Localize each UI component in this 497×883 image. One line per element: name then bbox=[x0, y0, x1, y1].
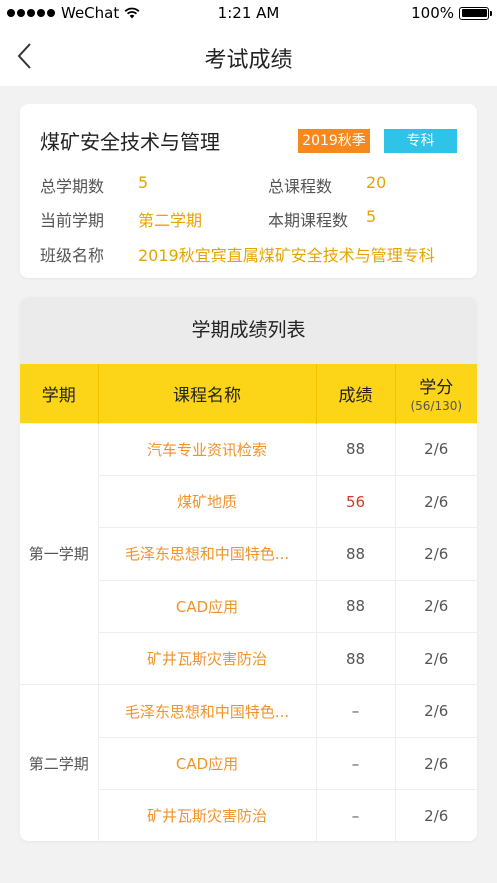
total-terms-label: 总学期数 bbox=[40, 177, 105, 196]
grades-title: 学期成绩列表 bbox=[20, 297, 477, 364]
status-right: 100% bbox=[411, 4, 492, 22]
course-name-link[interactable]: 煤矿地质 bbox=[98, 474, 317, 529]
course-name-link[interactable]: 汽车专业资讯检索 bbox=[97, 422, 317, 476]
credit-cell: 2/6 bbox=[394, 527, 477, 581]
header-credit-total: (56/130) bbox=[410, 399, 463, 414]
score-cell: – bbox=[315, 736, 396, 791]
header-score: 成绩 bbox=[316, 364, 396, 423]
course-name-link[interactable]: 毛泽东思想和中国特色... bbox=[98, 527, 317, 581]
season-tag: 2019秋季 bbox=[298, 129, 370, 153]
course-name-link[interactable]: 矿井瓦斯灾害防治 bbox=[98, 632, 317, 686]
program-name: 煤矿安全技术与管理 bbox=[40, 130, 220, 154]
class-name-value: 2019秋宜宾直属煤矿安全技术与管理专科 bbox=[138, 246, 435, 265]
header-credit-label: 学分 bbox=[419, 378, 454, 399]
nav-bar: 考试成绩 bbox=[0, 26, 497, 86]
score-cell: 88 bbox=[315, 422, 396, 476]
current-term-label: 当前学期 bbox=[40, 211, 105, 230]
credit-cell: 2/6 bbox=[394, 474, 477, 529]
score-cell: – bbox=[315, 684, 396, 738]
table-header-row: 学期 课程名称 成绩 学分 (56/130) bbox=[20, 364, 477, 423]
term-courses-label: 本期课程数 bbox=[268, 211, 349, 230]
table-row: 第二学期 毛泽东思想和中国特色... –2/6 bbox=[20, 684, 477, 841]
score-cell: 88 bbox=[315, 632, 396, 686]
grades-table: 学期 课程名称 成绩 学分 (56/130) 第一学期 汽车专业资讯检索 88 2/6… bbox=[20, 364, 477, 841]
score-cell: 56 bbox=[315, 474, 396, 529]
header-credit: 学分 (56/130) bbox=[395, 364, 477, 423]
current-term-value: 第二学期 bbox=[138, 211, 203, 230]
term-cell: 第一学期 bbox=[20, 422, 99, 686]
credit-cell: 2/6 bbox=[394, 632, 477, 686]
term-courses-value: 5 bbox=[366, 207, 377, 226]
table-row: 第一学期 汽车专业资讯检索 88 2/6 bbox=[20, 422, 477, 686]
header-course: 课程名称 bbox=[98, 364, 317, 423]
program-info-card: 煤矿安全技术与管理 2019秋季 专科 总学期数 5 总课程数 20 当前学期 … bbox=[20, 104, 477, 278]
score-cell: 88 bbox=[315, 579, 396, 634]
header-term: 学期 bbox=[20, 364, 99, 423]
level-tag: 专科 bbox=[384, 129, 457, 153]
status-bar: WeChat 1:21 AM 100% bbox=[0, 0, 497, 26]
total-terms-value: 5 bbox=[138, 173, 149, 192]
course-name-link[interactable]: CAD应用 bbox=[98, 736, 317, 791]
battery-percent: 100% bbox=[411, 4, 454, 22]
page-title: 考试成绩 bbox=[204, 48, 293, 73]
credit-cell: 2/6 bbox=[394, 579, 477, 634]
score-cell: – bbox=[315, 789, 396, 841]
battery-icon bbox=[459, 6, 492, 20]
total-courses-value: 20 bbox=[366, 173, 387, 192]
score-cell: 88 bbox=[315, 527, 396, 581]
course-name-link[interactable]: 毛泽东思想和中国特色... bbox=[97, 684, 317, 738]
credit-cell: 2/6 bbox=[394, 684, 477, 738]
credit-cell: 2/6 bbox=[394, 736, 477, 791]
grades-table-body: 第一学期 汽车专业资讯检索 88 2/6 煤矿地质 56 2/6 毛泽东思想和中国特色... 8… bbox=[20, 422, 477, 841]
grades-card: 学期成绩列表 学期 课程名称 成绩 学分 (56/130) 第一学期 汽车专业资讯… bbox=[20, 297, 477, 841]
term-cell: 第二学期 bbox=[20, 684, 99, 841]
class-name-label: 班级名称 bbox=[40, 246, 105, 265]
credit-cell: 2/6 bbox=[394, 422, 477, 476]
course-name-link[interactable]: 矿井瓦斯灾害防治 bbox=[98, 789, 317, 841]
credit-cell: 2/6 bbox=[394, 789, 477, 841]
course-name-link[interactable]: CAD应用 bbox=[98, 579, 317, 634]
total-courses-label: 总课程数 bbox=[268, 177, 333, 196]
